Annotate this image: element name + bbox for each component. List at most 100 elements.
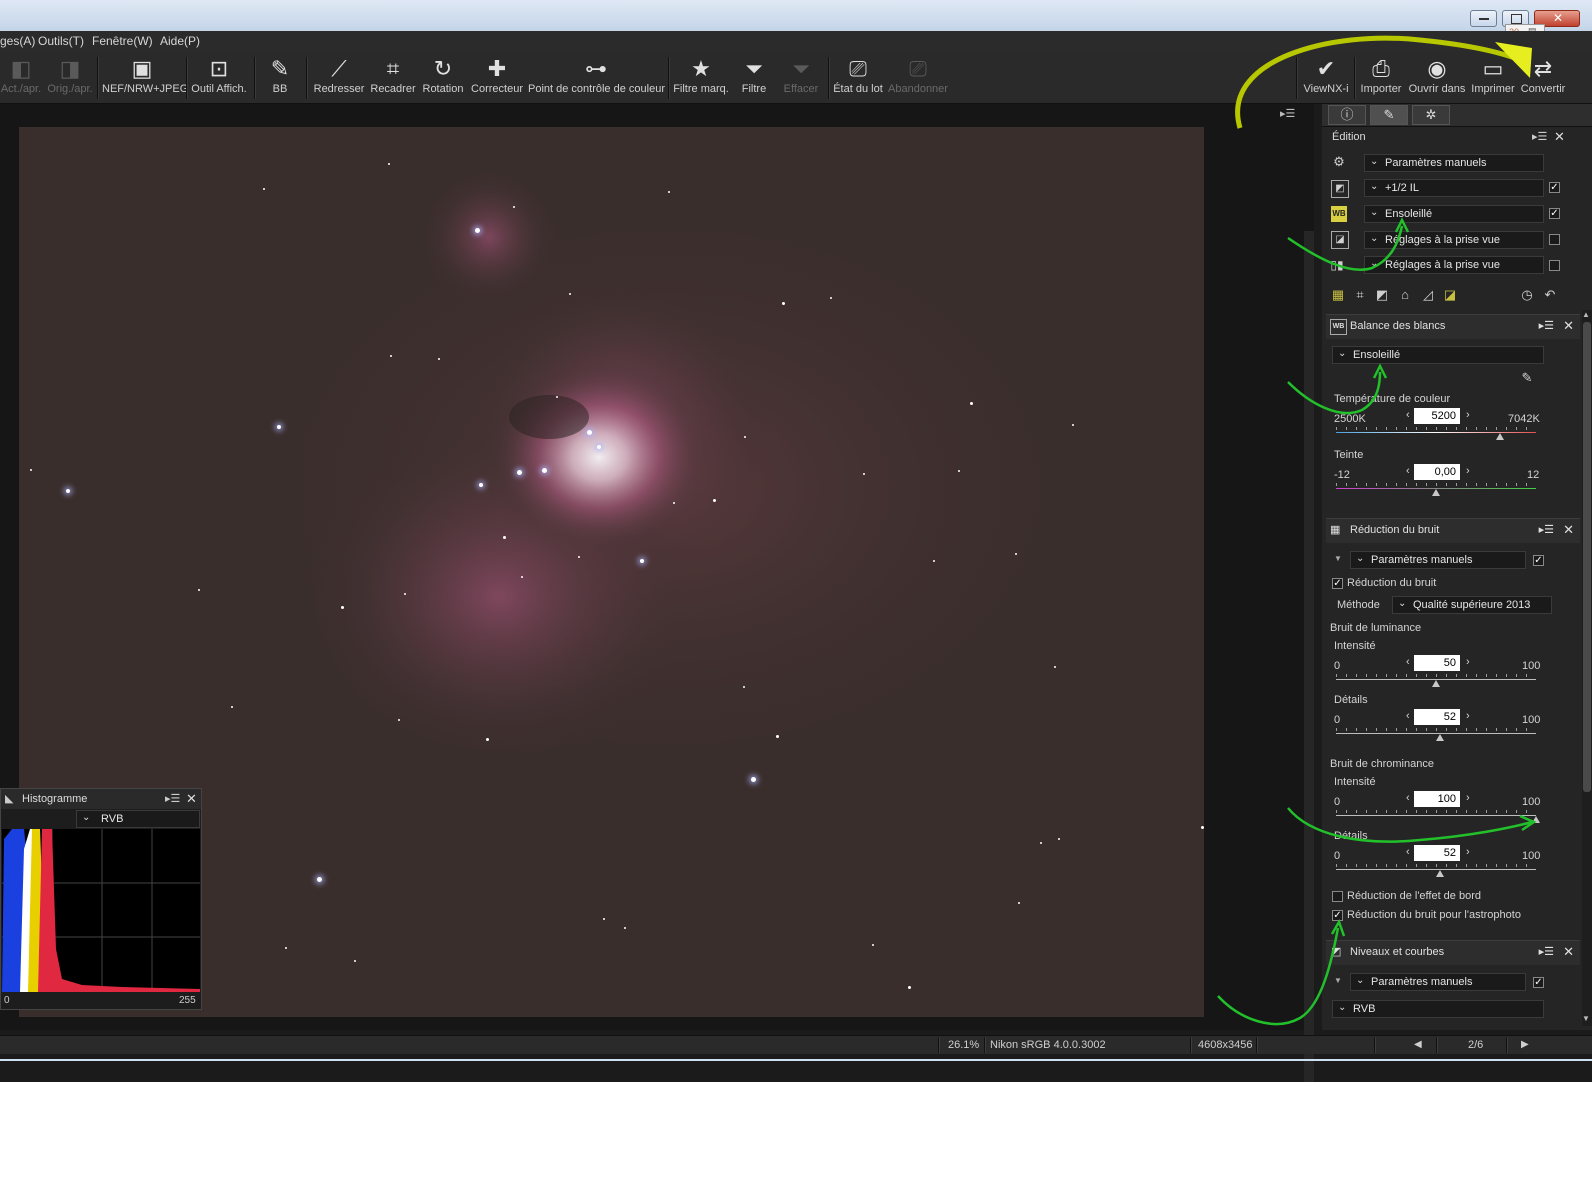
noise-reduction-tool-icon[interactable]: ▦: [1330, 287, 1346, 303]
picture-control-select[interactable]: ⌄ Réglages à la prise vue: [1364, 231, 1544, 249]
chrominance-intensity-increment-icon[interactable]: ›: [1466, 792, 1470, 804]
method-select[interactable]: ⌄ Qualité supérieure 2013: [1392, 596, 1552, 614]
previous-image-icon[interactable]: ◀: [1414, 1039, 1422, 1050]
before-after-button[interactable]: ◧ Act./apr.: [0, 55, 42, 101]
minimize-button[interactable]: [1470, 10, 1497, 27]
tone-tool-icon[interactable]: ◪: [1442, 287, 1458, 303]
luminance-details-input[interactable]: 52: [1414, 709, 1460, 725]
settings-preset-select[interactable]: ⌄ Paramètres manuels: [1364, 154, 1544, 172]
camera-settings-select[interactable]: ⌄ Réglages à la prise vue: [1364, 256, 1544, 274]
levels-tool-icon[interactable]: ◿: [1420, 287, 1436, 303]
original-after-button[interactable]: ◨ Orig./apr.: [46, 55, 94, 101]
chrominance-details-input[interactable]: 52: [1414, 845, 1460, 861]
exposure-select[interactable]: ⌄ +1/2 IL: [1364, 179, 1544, 197]
abandon-button[interactable]: ⎚ Abandonner: [886, 55, 950, 101]
history-icon[interactable]: ◷: [1519, 287, 1535, 303]
menu-tools[interactable]: Outils(T): [38, 34, 84, 48]
undo-icon[interactable]: ↶: [1542, 287, 1558, 303]
crop-button[interactable]: ⌗ Recadrer: [370, 55, 416, 101]
nef-jpeg-button[interactable]: ▣ NEF/NRW+JPEG: [102, 55, 188, 101]
luminance-intensity-decrement-icon[interactable]: ‹: [1406, 656, 1410, 668]
white-balance-checkbox[interactable]: ✓: [1549, 208, 1560, 219]
luminance-intensity-thumb[interactable]: [1432, 680, 1440, 687]
white-balance-quick-select[interactable]: ⌄ Ensoleillé: [1364, 205, 1544, 223]
tab-edit[interactable]: ✎: [1370, 105, 1408, 125]
retouch-button[interactable]: ✚ Correcteur: [470, 55, 524, 101]
edit-close-icon[interactable]: ✕: [1554, 129, 1565, 145]
viewnx-button[interactable]: ✔ ViewNX-i: [1302, 55, 1350, 101]
chrominance-details-thumb[interactable]: [1436, 870, 1444, 877]
temperature-slider-thumb[interactable]: [1496, 433, 1504, 440]
print-button[interactable]: ▭ Imprimer: [1470, 55, 1516, 101]
tint-value-input[interactable]: 0,00: [1414, 464, 1460, 480]
menu-window[interactable]: Fenêtre(W): [92, 34, 153, 48]
lens-tool-icon[interactable]: ⌂: [1397, 287, 1413, 303]
wb-eyedropper-icon[interactable]: ✎: [1519, 370, 1535, 386]
temperature-increment-icon[interactable]: ›: [1466, 409, 1470, 421]
histogram-channel-select[interactable]: ⌄ RVB: [76, 810, 200, 828]
luminance-details-decrement-icon[interactable]: ‹: [1406, 710, 1410, 722]
temperature-decrement-icon[interactable]: ‹: [1406, 409, 1410, 421]
chrominance-intensity-decrement-icon[interactable]: ‹: [1406, 792, 1410, 804]
chrominance-intensity-thumb[interactable]: [1532, 816, 1540, 823]
nr-menu-icon[interactable]: ▸☰: [1539, 523, 1554, 536]
noise-reduction-enable-checkbox[interactable]: ✓: [1332, 578, 1343, 589]
luminance-intensity-increment-icon[interactable]: ›: [1466, 656, 1470, 668]
nr-collapse-icon[interactable]: ▼: [1334, 554, 1342, 563]
scroll-up-icon[interactable]: ▲: [1582, 310, 1590, 319]
curve-tool-icon[interactable]: ◩: [1374, 287, 1390, 303]
edge-noise-checkbox[interactable]: [1332, 891, 1343, 902]
clear-filter-button[interactable]: ⏷ Effacer: [778, 55, 824, 101]
levels-collapse-icon[interactable]: ▼: [1334, 976, 1342, 985]
chrominance-details-increment-icon[interactable]: ›: [1466, 846, 1470, 858]
luminance-details-thumb[interactable]: [1436, 734, 1444, 741]
levels-channel-select[interactable]: ⌄ RVB: [1332, 1000, 1544, 1018]
histogram-close-icon[interactable]: ✕: [186, 791, 197, 807]
panel-scrollbar[interactable]: ▲ ▼: [1582, 310, 1592, 1026]
panel-scrollbar-thumb[interactable]: [1583, 322, 1591, 792]
filter-button[interactable]: ⏷ Filtre: [734, 55, 774, 101]
crop-tool-icon[interactable]: ⌗: [1352, 287, 1368, 303]
edit-menu-icon[interactable]: ▸☰: [1532, 130, 1547, 143]
viewer-menu-icon[interactable]: ▸☰: [1280, 107, 1295, 120]
levels-menu-icon[interactable]: ▸☰: [1539, 945, 1554, 958]
chrominance-intensity-input[interactable]: 100: [1414, 791, 1460, 807]
straighten-button[interactable]: ⟋ Redresser: [312, 55, 366, 101]
histogram-menu-icon[interactable]: ▸☰: [165, 792, 180, 805]
nr-close-icon[interactable]: ✕: [1563, 522, 1574, 538]
rating-filter-button[interactable]: ★ Filtre marq.: [672, 55, 730, 101]
wb-close-icon[interactable]: ✕: [1563, 318, 1574, 334]
picture-control-checkbox[interactable]: [1549, 234, 1560, 245]
open-in-button[interactable]: ◉ Ouvrir dans: [1406, 55, 1468, 101]
import-button[interactable]: ⎙ Importer: [1358, 55, 1404, 101]
levels-close-icon[interactable]: ✕: [1563, 944, 1574, 960]
view-tool-button[interactable]: ⊡ Outil Affich.: [190, 55, 248, 101]
color-control-point-button[interactable]: ⊶ Point de contrôle de couleur: [528, 55, 665, 101]
scroll-down-icon[interactable]: ▼: [1582, 1014, 1590, 1023]
astro-noise-checkbox[interactable]: ✓: [1332, 910, 1343, 921]
tint-slider-thumb[interactable]: [1432, 489, 1440, 496]
white-balance-section-header[interactable]: WB Balance des blancs ▸☰ ✕: [1326, 314, 1580, 339]
camera-settings-checkbox[interactable]: [1549, 260, 1560, 271]
temperature-value-input[interactable]: 5200: [1414, 408, 1460, 424]
menu-images[interactable]: ges(A): [0, 34, 35, 48]
viewer-vertical-scrollbar[interactable]: [1304, 231, 1314, 1082]
levels-preset-checkbox[interactable]: ✓: [1533, 977, 1544, 988]
levels-curves-section-header[interactable]: ◩ Niveaux et courbes ▸☰ ✕: [1326, 940, 1580, 965]
luminance-intensity-input[interactable]: 50: [1414, 655, 1460, 671]
batch-status-button[interactable]: ⎚ État du lot: [832, 55, 884, 101]
noise-reduction-preset-select[interactable]: ⌄ Paramètres manuels: [1350, 551, 1526, 569]
luminance-details-increment-icon[interactable]: ›: [1466, 710, 1470, 722]
tint-increment-icon[interactable]: ›: [1466, 465, 1470, 477]
tab-info[interactable]: ⓘ: [1328, 105, 1366, 125]
convert-button[interactable]: ⇄ Convertir: [1518, 55, 1568, 101]
menu-help[interactable]: Aide(P): [160, 34, 200, 48]
noise-reduction-section-header[interactable]: ▦ Réduction du bruit ▸☰ ✕: [1326, 518, 1580, 543]
temperature-slider-track[interactable]: [1336, 432, 1536, 433]
exposure-checkbox[interactable]: ✓: [1549, 182, 1560, 193]
next-image-icon[interactable]: ▶: [1521, 1039, 1529, 1050]
rotate-button[interactable]: ↻ Rotation: [420, 55, 466, 101]
white-balance-picker-button[interactable]: ✎ BB: [262, 55, 298, 101]
tint-decrement-icon[interactable]: ‹: [1406, 465, 1410, 477]
tab-tools[interactable]: ✲: [1412, 105, 1450, 125]
